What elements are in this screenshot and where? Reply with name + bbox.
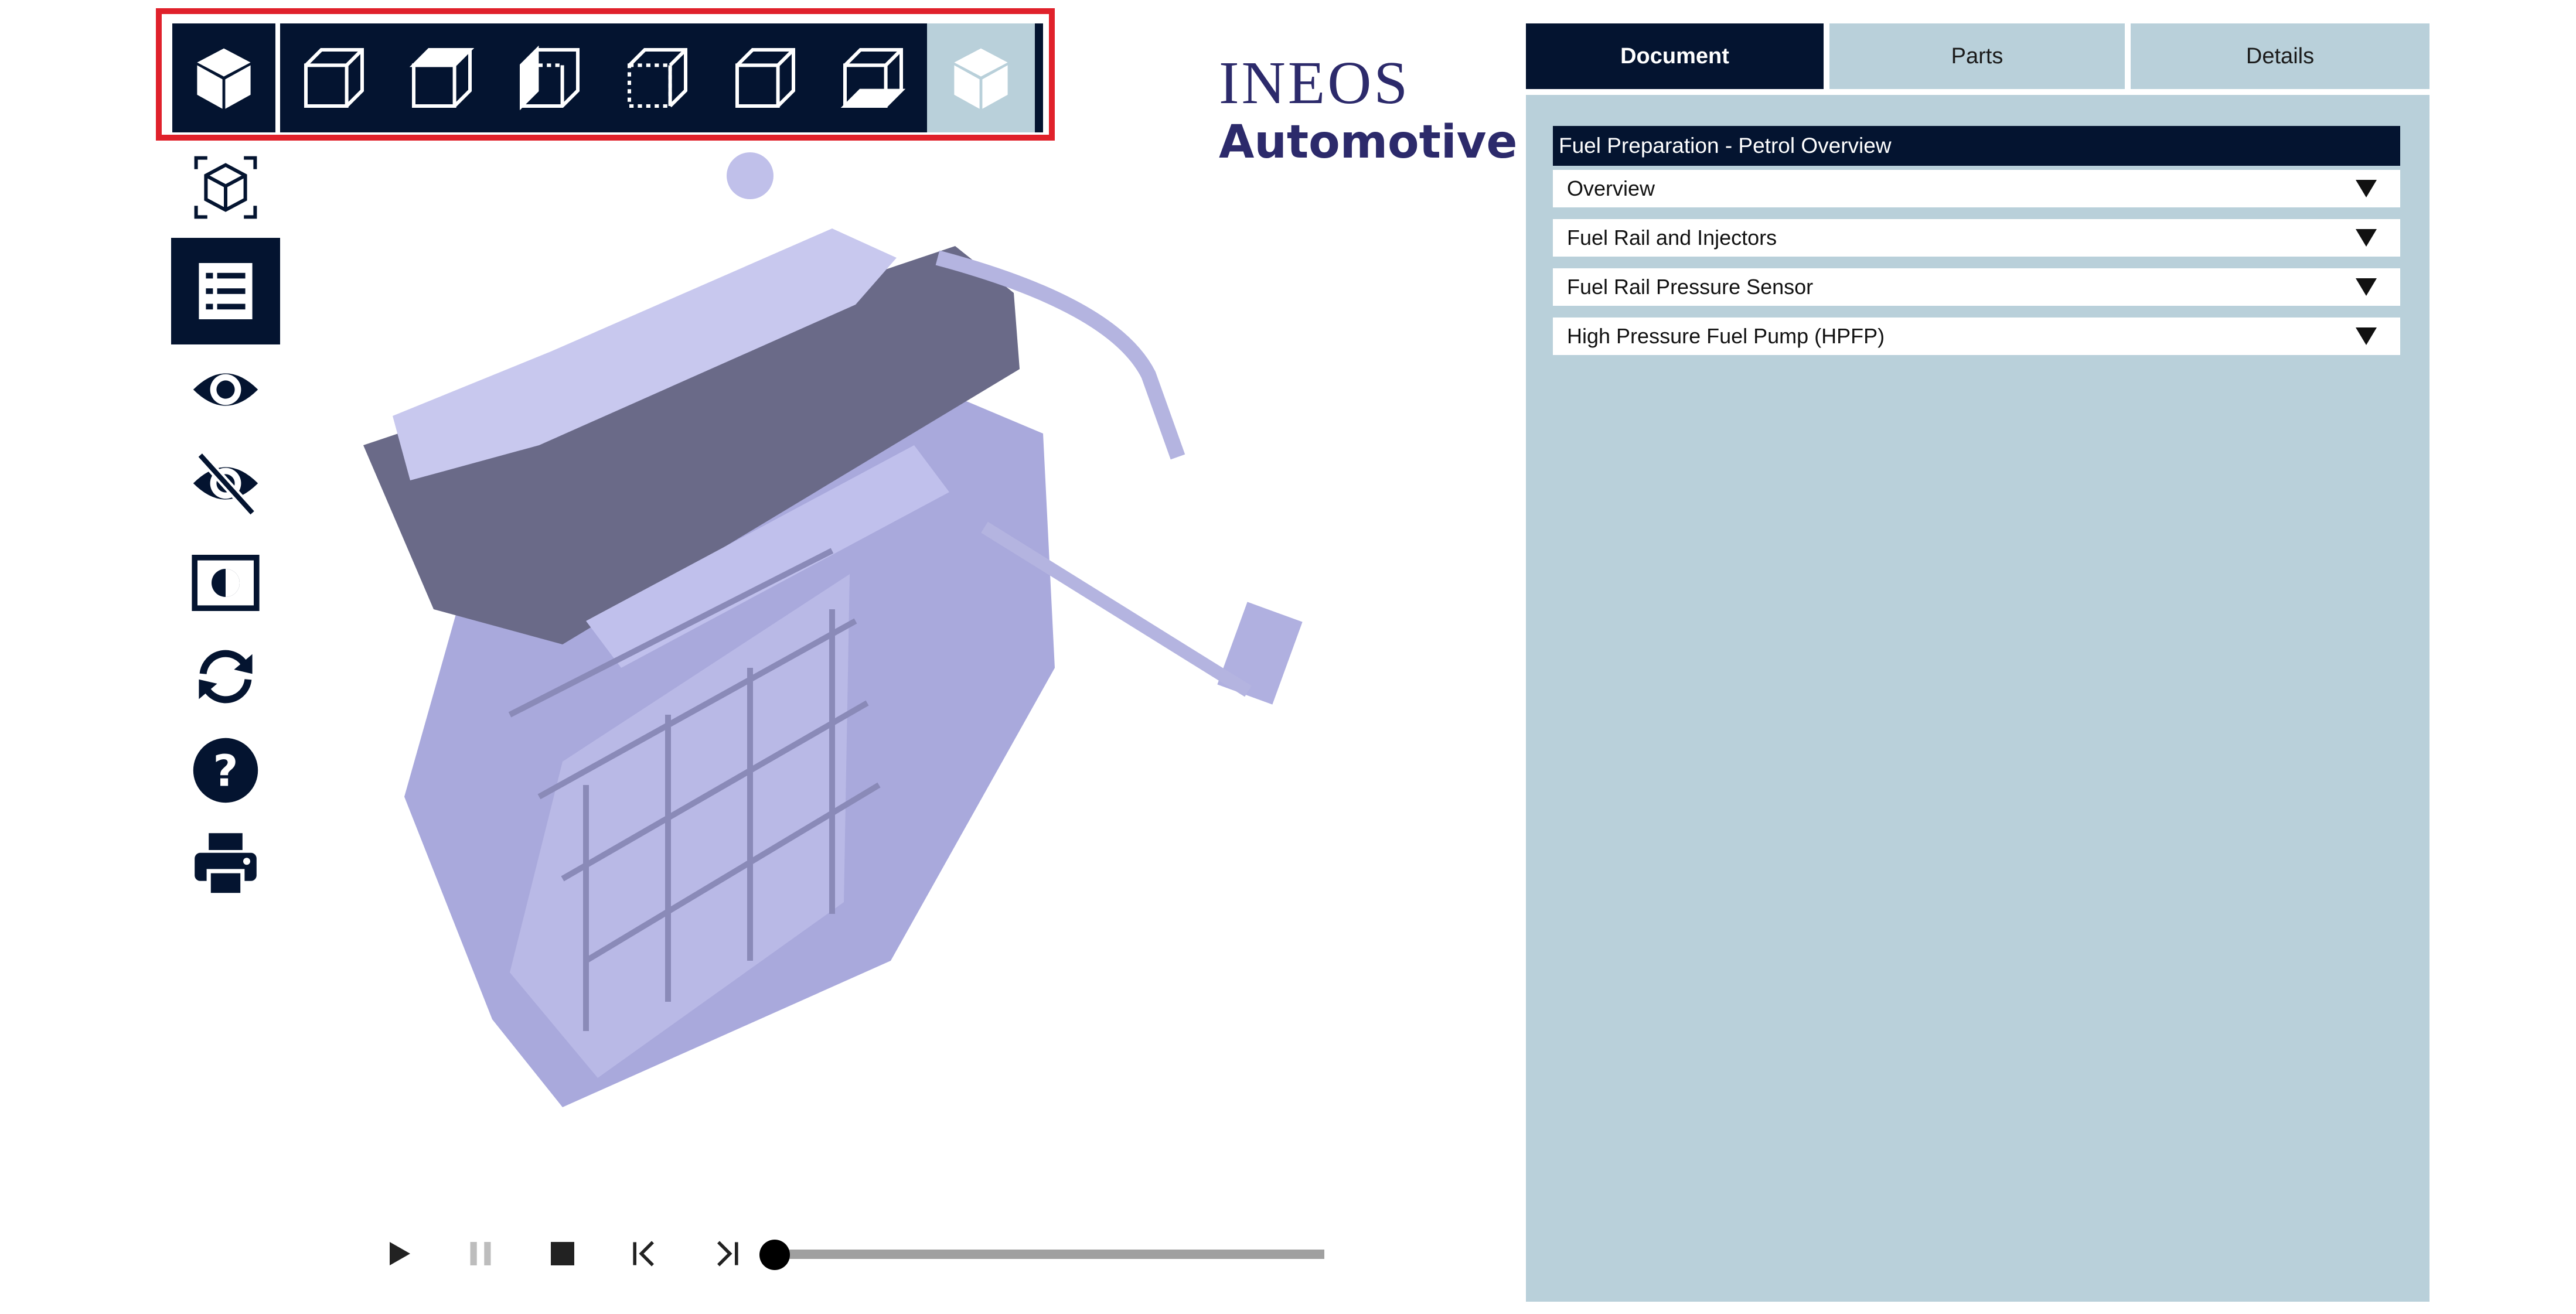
right-view-icon: [628, 48, 687, 108]
logo-line-1: INEOS: [1219, 49, 1410, 117]
front-view-icon: [304, 48, 364, 108]
stop-icon: [551, 1242, 574, 1265]
pause-icon: [470, 1242, 491, 1265]
left-view-icon: [520, 45, 580, 111]
doc-item-hpfp[interactable]: High Pressure Fuel Pump (HPFP): [1553, 318, 2400, 355]
bottom-view-button[interactable]: [819, 23, 927, 132]
stop-button[interactable]: [539, 1230, 586, 1277]
doc-item-fuel-rail-pressure-sensor[interactable]: Fuel Rail Pressure Sensor: [1553, 268, 2400, 306]
tab-details[interactable]: Details: [2131, 23, 2430, 89]
doc-item-overview[interactable]: Overview: [1553, 170, 2400, 207]
expand-triangle-icon[interactable]: [2356, 327, 2377, 345]
engine-model[interactable]: [363, 152, 1303, 1107]
play-button[interactable]: [375, 1230, 422, 1277]
tab-parts[interactable]: Parts: [1829, 23, 2125, 89]
document-title: Fuel Preparation - Petrol Overview: [1553, 126, 2400, 166]
step-back-button[interactable]: [621, 1230, 668, 1277]
doc-item-label: Overview: [1567, 176, 1655, 200]
doc-item-fuel-rail-and-injectors[interactable]: Fuel Rail and Injectors: [1553, 219, 2400, 257]
expand-triangle-icon[interactable]: [2356, 278, 2377, 296]
step-forward-icon: [717, 1241, 738, 1267]
svg-text:?: ?: [213, 745, 238, 796]
doc-item-label: Fuel Rail and Injectors: [1567, 226, 1777, 250]
right-view-button[interactable]: [604, 23, 711, 132]
fit-view-icon: [194, 156, 257, 219]
engine-3d-viewport[interactable]: [258, 141, 1406, 1125]
play-icon: [390, 1242, 410, 1265]
step-back-icon: [633, 1241, 654, 1267]
bottom-view-icon: [840, 48, 906, 108]
tab-document[interactable]: Document: [1526, 23, 1824, 89]
playback-progress-track[interactable]: [774, 1250, 1324, 1259]
rotate-icon: [199, 650, 253, 704]
expand-triangle-icon[interactable]: [2356, 180, 2377, 197]
left-view-button[interactable]: [496, 23, 604, 132]
doc-item-label: Fuel Rail Pressure Sensor: [1567, 275, 1814, 299]
view-toolbar: [172, 23, 1043, 132]
iso-view-icon: [197, 48, 251, 109]
back-view-button[interactable]: [711, 23, 819, 132]
playback-progress-knob[interactable]: [759, 1240, 790, 1270]
show-icon: [193, 373, 258, 406]
hide-icon: [193, 452, 258, 517]
top-view-button[interactable]: [388, 23, 496, 132]
list-icon: [199, 263, 253, 319]
active-view-icon: [954, 48, 1008, 109]
doc-item-label: High Pressure Fuel Pump (HPFP): [1567, 324, 1885, 348]
active-view-button[interactable]: [927, 23, 1035, 132]
top-view-icon: [409, 48, 475, 108]
print-icon: [195, 833, 257, 897]
expand-triangle-icon[interactable]: [2356, 229, 2377, 247]
back-view-icon: [735, 48, 795, 108]
iso-view-button[interactable]: [172, 23, 280, 132]
contrast-icon: [192, 555, 260, 611]
pause-button[interactable]: [457, 1230, 504, 1277]
front-view-button[interactable]: [280, 23, 388, 132]
help-icon: ?: [193, 738, 258, 803]
step-forward-button[interactable]: [703, 1230, 750, 1277]
